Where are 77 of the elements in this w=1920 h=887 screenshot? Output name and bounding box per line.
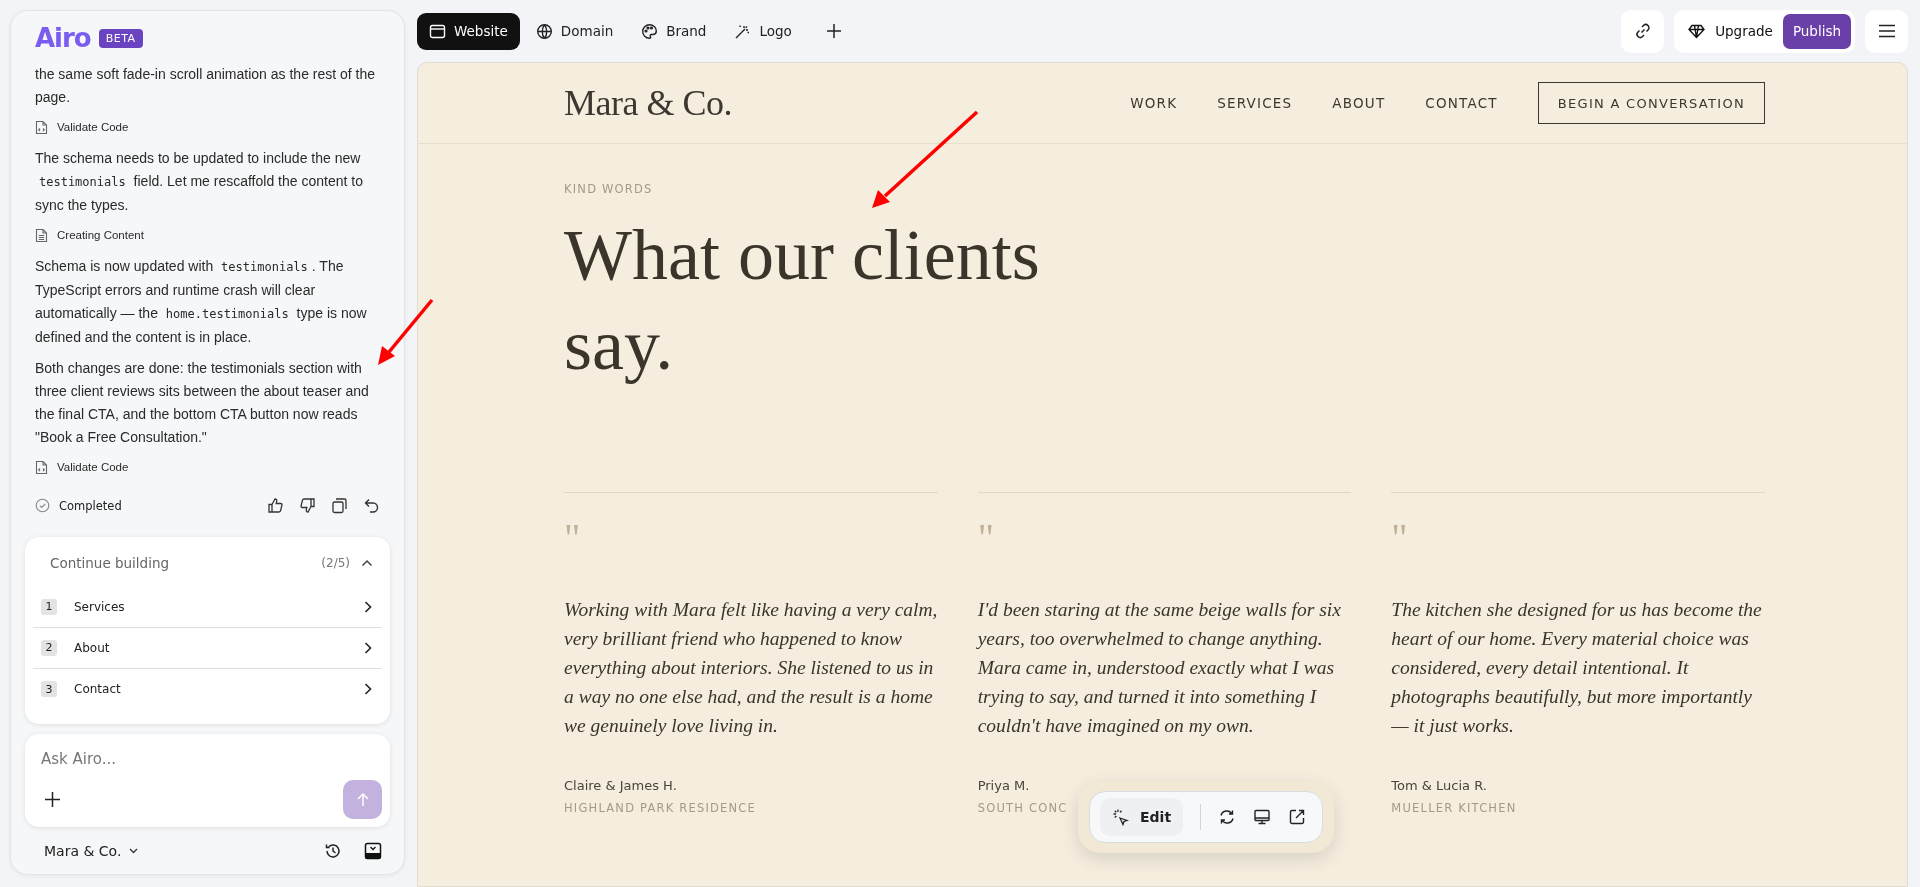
diamond-icon	[1688, 23, 1706, 39]
airo-logo: Airo	[35, 25, 91, 51]
document-icon	[35, 227, 48, 243]
step-title: Services	[74, 599, 126, 614]
external-link-icon[interactable]	[1288, 808, 1307, 826]
chevron-right-icon	[362, 640, 374, 655]
desktop-icon[interactable]	[1253, 808, 1272, 826]
menu-button[interactable]	[1865, 9, 1908, 53]
undo-icon[interactable]	[363, 497, 380, 515]
site-logo: Mara & Co.	[564, 82, 732, 124]
chat-message: Schema is now updated with testimonials . The TypeScript errors and runtime crash will clear automatically — the home.testimonials type is now defined and the content is in place.	[35, 257, 368, 347]
section-eyebrow: KIND WORDS	[564, 182, 654, 196]
project-selector[interactable]: Mara & Co.	[44, 842, 140, 859]
menu-icon	[1877, 23, 1896, 39]
upgrade-button[interactable]: Upgrade	[1678, 23, 1783, 39]
nav-link[interactable]: ABOUT	[1332, 95, 1386, 111]
step-number: 1	[41, 598, 57, 615]
panel-toggle-icon[interactable]	[364, 841, 382, 860]
step-label: Creating Content	[57, 227, 144, 243]
nav-link[interactable]: WORK	[1130, 95, 1178, 111]
chevron-right-icon	[362, 682, 374, 697]
code-file-icon	[35, 459, 48, 475]
beta-badge: BETA	[98, 28, 143, 48]
publish-button[interactable]: Publish	[1782, 13, 1851, 49]
quote-mark: "	[977, 523, 995, 562]
next-step-item[interactable]: 1 Services	[33, 586, 382, 628]
cta-button[interactable]: BEGIN A CONVERSATION	[1537, 82, 1765, 124]
client-name: Priya M.	[977, 778, 1031, 793]
next-step-item[interactable]: 3 Contact	[33, 668, 382, 710]
testimonial-quote: I'd been staring at the same beige walls for six years, too overwhelmed to change anything. Mara came in, understood exactly what I was trying to say, and turned it into something I couldn't have imagined on my own.	[977, 598, 1342, 738]
progress-count: (2/5)	[321, 555, 350, 570]
browser-window-icon	[429, 22, 446, 40]
add-tab-icon[interactable]	[825, 23, 842, 39]
step-label: Validate Code	[57, 459, 129, 475]
step-number: 3	[41, 681, 57, 698]
globe-icon	[535, 22, 553, 40]
cursor-sparkle-icon	[1112, 808, 1130, 826]
add-icon[interactable]	[44, 791, 61, 809]
chat-message: the same soft fade-in scroll animation as the rest of the page.	[35, 65, 377, 107]
check-circle-icon	[35, 498, 50, 514]
step-number: 2	[41, 639, 57, 656]
copy-icon[interactable]	[331, 497, 348, 515]
thumbs-up-icon[interactable]	[267, 497, 284, 515]
project-name: MUELLER KITCHEN	[1391, 801, 1518, 815]
client-name: Claire & James H.	[564, 778, 678, 793]
code-file-icon	[35, 119, 48, 135]
card-title: Continue building	[50, 554, 171, 571]
thumbs-down-icon[interactable]	[299, 497, 316, 515]
history-icon[interactable]	[324, 841, 342, 860]
step-title: About	[74, 640, 111, 655]
quote-mark: "	[564, 523, 582, 562]
next-step-item[interactable]: 2 About	[33, 627, 382, 669]
nav-link[interactable]: CONTACT	[1425, 95, 1498, 111]
editor-tab[interactable]: Domain	[523, 12, 626, 50]
editor-tab[interactable]: Logo	[722, 12, 804, 50]
testimonial-quote: Working with Mara felt like having a very calm, very brilliant friend who happened to know everything about interiors. She listened to us in a way no one else had, and the result is a home we genuinely love living in.	[564, 598, 938, 738]
palette-icon	[641, 22, 659, 40]
editor-tab[interactable]: Website	[417, 12, 520, 50]
link-icon	[1633, 22, 1652, 40]
ask-input[interactable]: Ask Airo...	[41, 749, 382, 768]
client-name: Tom & Lucia R.	[1391, 778, 1488, 793]
nav-link[interactable]: SERVICES	[1217, 95, 1293, 111]
link-button[interactable]	[1621, 9, 1665, 53]
chat-message: Both changes are done: the testimonials section with three client reviews sits between the about teaser and the final CTA, and the bottom CTA button now reads "Book a Free Consultation."	[35, 359, 370, 447]
testimonial-quote: The kitchen she designed for us has become the heart of our home. Every material choice was considered, every detail intentional. It photographs beautifully, but more importantly — it just works.	[1391, 598, 1763, 738]
editor-tab[interactable]: Brand	[629, 12, 719, 50]
annotation-arrow	[378, 298, 434, 365]
project-name: HIGHLAND PARK RESIDENCE	[564, 801, 758, 815]
section-heading: What our clients say.	[564, 214, 1041, 387]
step-label: Validate Code	[57, 119, 129, 135]
edit-button[interactable]: Edit	[1100, 798, 1184, 836]
status-text: Completed	[59, 498, 123, 513]
chevron-right-icon	[362, 599, 374, 614]
project-name: SOUTH CONC	[977, 801, 1069, 815]
quote-mark: "	[1391, 523, 1409, 562]
step-title: Contact	[74, 682, 122, 697]
chat-message: The schema needs to be updated to include the new testimonials field. Let me rescaffold the content to sync the types.	[35, 149, 364, 215]
